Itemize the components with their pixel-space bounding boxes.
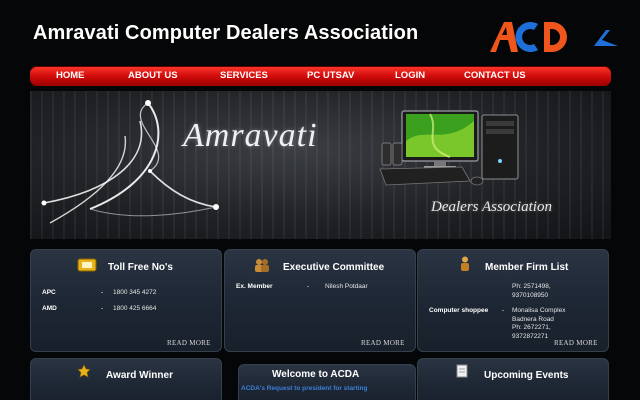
nav-login[interactable]: LOGIN: [395, 70, 425, 81]
toll-free-read-more-link[interactable]: READ MORE: [167, 339, 211, 347]
people-icon: [255, 259, 269, 272]
page: Amravati Computer Dealers Association HO…: [0, 0, 640, 400]
member-firm-title: Member Firm List: [485, 262, 569, 273]
secondary-logo-icon: [594, 30, 618, 46]
welcome-box: Welcome to ACDA ACDA's Request to presid…: [238, 364, 416, 400]
toll-key: AMD: [42, 305, 57, 312]
toll-key: APC: [42, 289, 56, 296]
member-firm-contact: Ph: 2571498, 9370108950: [512, 283, 551, 299]
committee-member: Nilesh Potdaar: [325, 283, 368, 290]
banner-city-text: Amravati: [183, 117, 318, 154]
nav-about-us[interactable]: ABOUT US: [128, 70, 178, 81]
welcome-title: Welcome to ACDA: [272, 369, 360, 380]
member-firm-dash: -: [502, 307, 505, 314]
toll-dash: -: [101, 305, 104, 312]
toll-number: 1800 345 4272: [113, 289, 157, 296]
acda-logo[interactable]: [488, 18, 572, 54]
nav-home[interactable]: HOME: [56, 70, 85, 81]
toll-free-box: Toll Free No's APC - 1800 345 4272 AMD -…: [30, 249, 222, 352]
executive-read-more-link[interactable]: READ MORE: [361, 339, 405, 347]
site-title: Amravati Computer Dealers Association: [33, 22, 419, 44]
executive-title: Executive Committee: [283, 262, 385, 273]
nav-services[interactable]: SERVICES: [220, 70, 268, 81]
nav-pc-utsav[interactable]: PC UTSAV: [307, 70, 354, 81]
member-firm-box: Member Firm List Ph: 2571498, 9370108950…: [417, 249, 609, 352]
member-firm-name: Computer shoppee: [429, 307, 489, 314]
executive-committee-box: Executive Committee Ex. Member - Nilesh …: [224, 249, 416, 352]
banner-graphic: [41, 100, 519, 224]
phone-icon: [77, 258, 97, 272]
nav-contact-us[interactable]: CONTACT US: [464, 70, 526, 81]
toll-dash: -: [101, 289, 104, 296]
toll-free-title: Toll Free No's: [108, 262, 173, 273]
person-icon: [461, 256, 469, 271]
banner-subtitle: Dealers Association: [431, 199, 552, 215]
award-icon: [77, 364, 91, 378]
hero-banner: Amravati Dealers Association: [30, 91, 611, 239]
member-firm-read-more-link[interactable]: READ MORE: [554, 339, 598, 347]
award-winner-box: Award Winner: [30, 358, 222, 400]
toll-number: 1800 425 6664: [113, 305, 157, 312]
committee-dash: -: [307, 283, 310, 290]
upcoming-events-box: Upcoming Events: [417, 358, 609, 400]
main-nav: HOME ABOUT US SERVICES PC UTSAV LOGIN CO…: [30, 66, 611, 86]
committee-role: Ex. Member: [236, 283, 273, 290]
notepad-icon: [456, 364, 468, 378]
award-title: Award Winner: [106, 370, 173, 381]
member-firm-address: Monalisa Complex Badnera Road Ph: 267227…: [512, 307, 566, 340]
events-title: Upcoming Events: [484, 370, 569, 381]
welcome-news-link[interactable]: ACDA's Request to president for starting: [241, 385, 368, 392]
